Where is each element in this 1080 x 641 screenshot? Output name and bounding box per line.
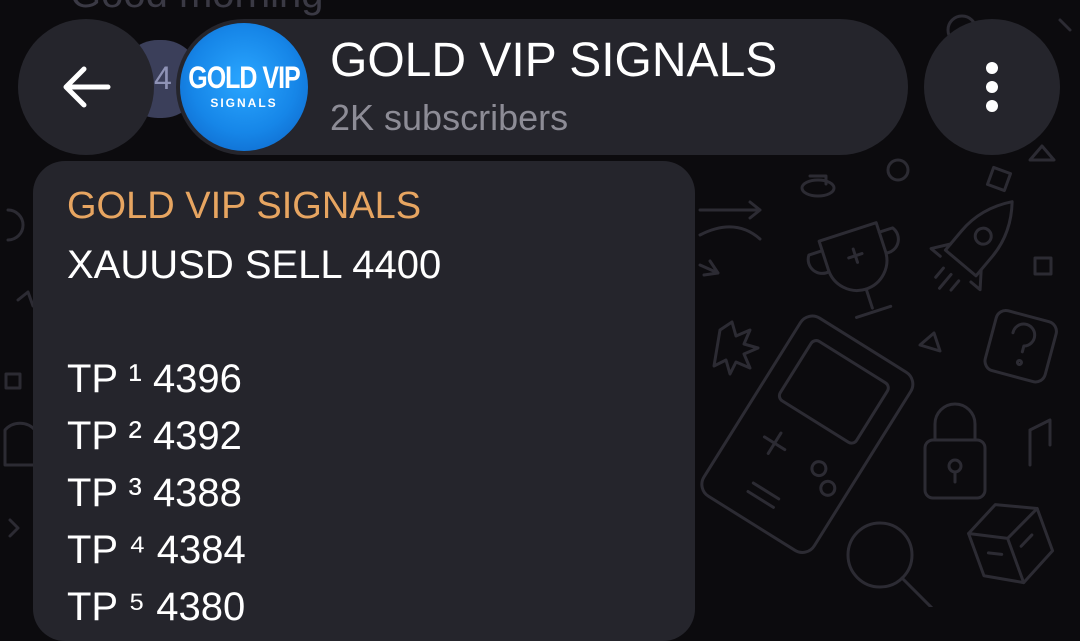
back-button[interactable] [18,19,154,155]
take-profit-3: TP ³ 4388 [67,471,242,515]
gameboy-doodle-icon [700,314,915,554]
channel-avatar[interactable]: GOLD VIP SIGNALS [180,23,308,151]
more-options-button[interactable] [924,19,1060,155]
take-profit-2: TP ² 4392 [67,414,242,458]
avatar-logo-main: GOLD VIP [188,60,300,96]
subscriber-count: 2K subscribers [330,97,569,138]
rocket-doodle-icon [929,200,1014,292]
channel-header[interactable]: GOLD VIP SIGNALS GOLD VIP SIGNALS 2K sub… [176,19,908,155]
arrow-left-icon [63,66,111,108]
take-profit-5: TP ⁵ 4380 [67,585,246,629]
trophy-doodle-icon [806,221,900,319]
previous-message-text: Good morning [70,0,323,17]
background-badge-count: 4 [154,60,172,96]
message-bubble[interactable]: GOLD VIP SIGNALS XAUUSD SELL 4400 TP ¹ 4… [33,161,695,641]
take-profit-1: TP ¹ 4396 [67,357,242,401]
cube-doodle-icon [967,503,1055,585]
vertical-dots-icon [986,62,998,112]
padlock-doodle-icon [923,402,987,500]
channel-title: GOLD VIP SIGNALS [330,34,778,87]
avatar-logo-sub: SIGNALS [210,96,278,110]
take-profit-4: TP ⁴ 4384 [67,528,246,572]
message-sender: GOLD VIP SIGNALS [67,185,422,227]
paddle-doodle-icon [846,521,934,607]
question-box-doodle-icon [983,309,1058,384]
signal-line: XAUUSD SELL 4400 [67,243,442,287]
